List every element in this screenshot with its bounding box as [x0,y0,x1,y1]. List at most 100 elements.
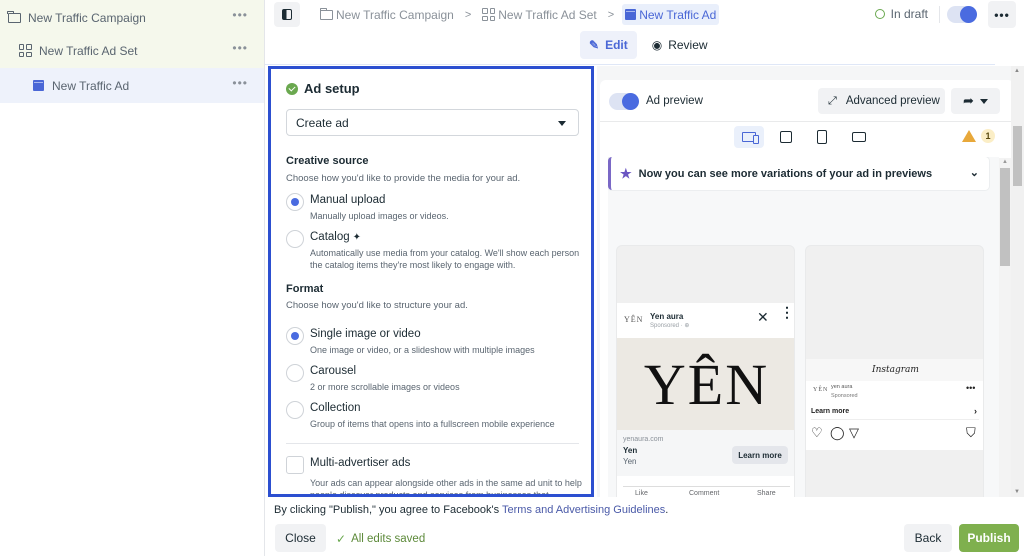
radio-button[interactable] [286,327,304,345]
back-button[interactable]: Back [904,524,952,552]
placement-vertical[interactable] [807,126,837,148]
more-options-icon[interactable]: ••• [232,8,248,22]
radio-manual-upload[interactable]: Manual upload Manually upload images or … [286,193,581,223]
tree-item-label: New Traffic Ad Set [39,43,138,58]
tree-item-adset[interactable]: New Traffic Ad Set ••• [0,33,264,68]
status-circle-icon [874,9,885,19]
close-icon[interactable]: ✕ [757,309,769,326]
link-description: Yen [623,457,637,466]
chevron-right-icon: › [974,406,977,416]
status-text: In draft [890,7,928,21]
publish-button[interactable]: Publish [959,524,1019,552]
breadcrumb-separator: > [464,8,472,21]
fb-link-footer: yenaura.com Yen Yen Learn more [617,430,794,476]
instagram-feed-preview[interactable]: Instagram YÊN yen aura Sponsored ••• Lea… [805,245,984,497]
option-description: Group of items that opens into a fullscr… [310,419,555,429]
ad-preview-toggle[interactable] [609,93,639,110]
breadcrumb-label: New Traffic Ad [639,7,717,22]
option-label: Collection [310,402,361,414]
top-bar: New Traffic Campaign > New Traffic Ad Se… [265,0,1024,30]
scroll-up-icon[interactable]: ▲ [1014,68,1020,74]
comment-icon[interactable]: ◯ [830,425,845,441]
notice-text: Now you can see more variations of your … [638,167,933,180]
learn-more-button[interactable]: Learn more [732,446,788,464]
chevron-down-icon[interactable]: ⌄ [970,166,979,179]
scrollbar-thumb[interactable] [1000,168,1010,266]
page-name: Yen aura [650,312,684,321]
grid-icon [482,8,496,21]
share-action: Share [757,490,776,497]
tree-item-label: New Traffic Ad [52,78,130,93]
more-options-icon[interactable]: ••• [232,76,248,90]
radio-button[interactable] [286,193,304,211]
page-scrollbar[interactable]: ▲ ▼ [1011,66,1024,497]
divider [939,6,940,23]
ad-preview-card: Ad preview ⤢ Advanced preview ➦ 1 ★ Now … [600,80,1014,497]
terms-suffix: . [665,504,669,516]
more-options-icon[interactable]: ••• [966,383,975,393]
star-icon: ★ [620,165,632,181]
tab-edit[interactable]: ✎ Edit [580,31,637,59]
ads-manager-editor: New Traffic Campaign ••• New Traffic Ad … [0,0,1024,556]
radio-button[interactable] [286,364,304,382]
radio-collection[interactable]: Collection Group of items that opens int… [286,401,581,431]
more-actions-button[interactable]: ••• [988,1,1016,28]
scroll-up-icon[interactable]: ▲ [1002,159,1008,165]
option-label: Carousel [310,365,357,377]
radio-button[interactable] [286,401,304,419]
option-label: Manual upload [310,194,386,206]
terms-link[interactable]: Terms and Advertising Guidelines [502,504,665,516]
ad-setup-heading: Ad setup [286,81,360,96]
option-label: Catalog [310,231,350,243]
close-button[interactable]: Close [275,524,326,552]
save-status-text: All edits saved [351,533,426,545]
bookmark-icon[interactable]: ⛉ [966,425,976,441]
radio-button[interactable] [286,230,304,248]
checkbox[interactable] [286,456,304,474]
radio-single-image[interactable]: Single image or video One image or video… [286,327,581,357]
breadcrumb-campaign[interactable]: New Traffic Campaign [317,4,457,25]
ad-setup-panel: Ad setup Create ad Creative source Choos… [268,66,594,497]
placement-landscape[interactable] [844,126,874,148]
radio-carousel[interactable]: Carousel 2 or more scrollable images or … [286,364,581,394]
preview-scrollbar[interactable]: ▲ [999,158,1011,497]
check-icon: ✓ [336,532,347,546]
ad-setup-select[interactable]: Create ad [286,109,579,136]
creative-source-subtitle: Choose how you'd like to provide the med… [286,173,521,184]
checkbox-multi-advertiser[interactable]: Multi-advertiser ads Your ads can appear… [286,456,582,494]
send-icon[interactable]: ▽ [849,425,859,441]
tree-item-ad[interactable]: New Traffic Ad ••• [0,68,264,103]
warnings-indicator[interactable]: 1 [962,129,995,143]
placement-all-devices[interactable] [734,126,764,148]
heart-icon[interactable]: ♡ [811,425,823,441]
creative-source-heading: Creative source [286,155,369,167]
folder-icon [7,10,21,25]
option-description: 2 or more scrollable images or videos [310,382,460,392]
tree-item-campaign[interactable]: New Traffic Campaign ••• [0,0,264,35]
sponsored-label: Sponsored · ⊕ [650,323,690,329]
facebook-feed-preview[interactable]: YÊN Yen aura Sponsored · ⊕ ✕ ⋮ YÊN yenau… [616,245,795,497]
ad-on-off-toggle[interactable] [947,6,977,23]
option-description: Automatically use media from your catalo… [310,248,580,270]
advanced-preview-button[interactable]: ⤢ Advanced preview [818,88,945,114]
toggle-sidebar-button[interactable] [274,2,300,27]
link-domain: yenaura.com [623,436,664,443]
scroll-down-icon[interactable]: ▼ [1014,489,1020,495]
preview-scroll-area: ★ Now you can see more variations of you… [608,157,999,497]
format-heading: Format [286,283,324,295]
radio-catalog[interactable]: Catalog ✦ Automatically use media from yo… [286,230,581,274]
vertical-dots-icon[interactable]: ⋮ [780,305,794,319]
pencil-icon: ✎ [589,38,600,52]
option-description: Manually upload images or videos. [310,211,449,221]
breadcrumb-adset[interactable]: New Traffic Ad Set [479,4,600,25]
tab-review[interactable]: ◉ Review [643,31,717,59]
share-preview-button[interactable]: ➦ [951,88,1000,114]
placement-square[interactable] [771,126,801,148]
breadcrumb-ad[interactable]: New Traffic Ad [622,4,720,25]
square-icon [780,131,792,143]
more-options-icon[interactable]: ••• [232,41,248,55]
variations-notice[interactable]: ★ Now you can see more variations of you… [608,157,989,190]
scrollbar-thumb[interactable] [1013,126,1022,186]
draft-status: In draft [874,7,928,21]
ig-learn-more[interactable]: Learn more › [811,403,979,420]
